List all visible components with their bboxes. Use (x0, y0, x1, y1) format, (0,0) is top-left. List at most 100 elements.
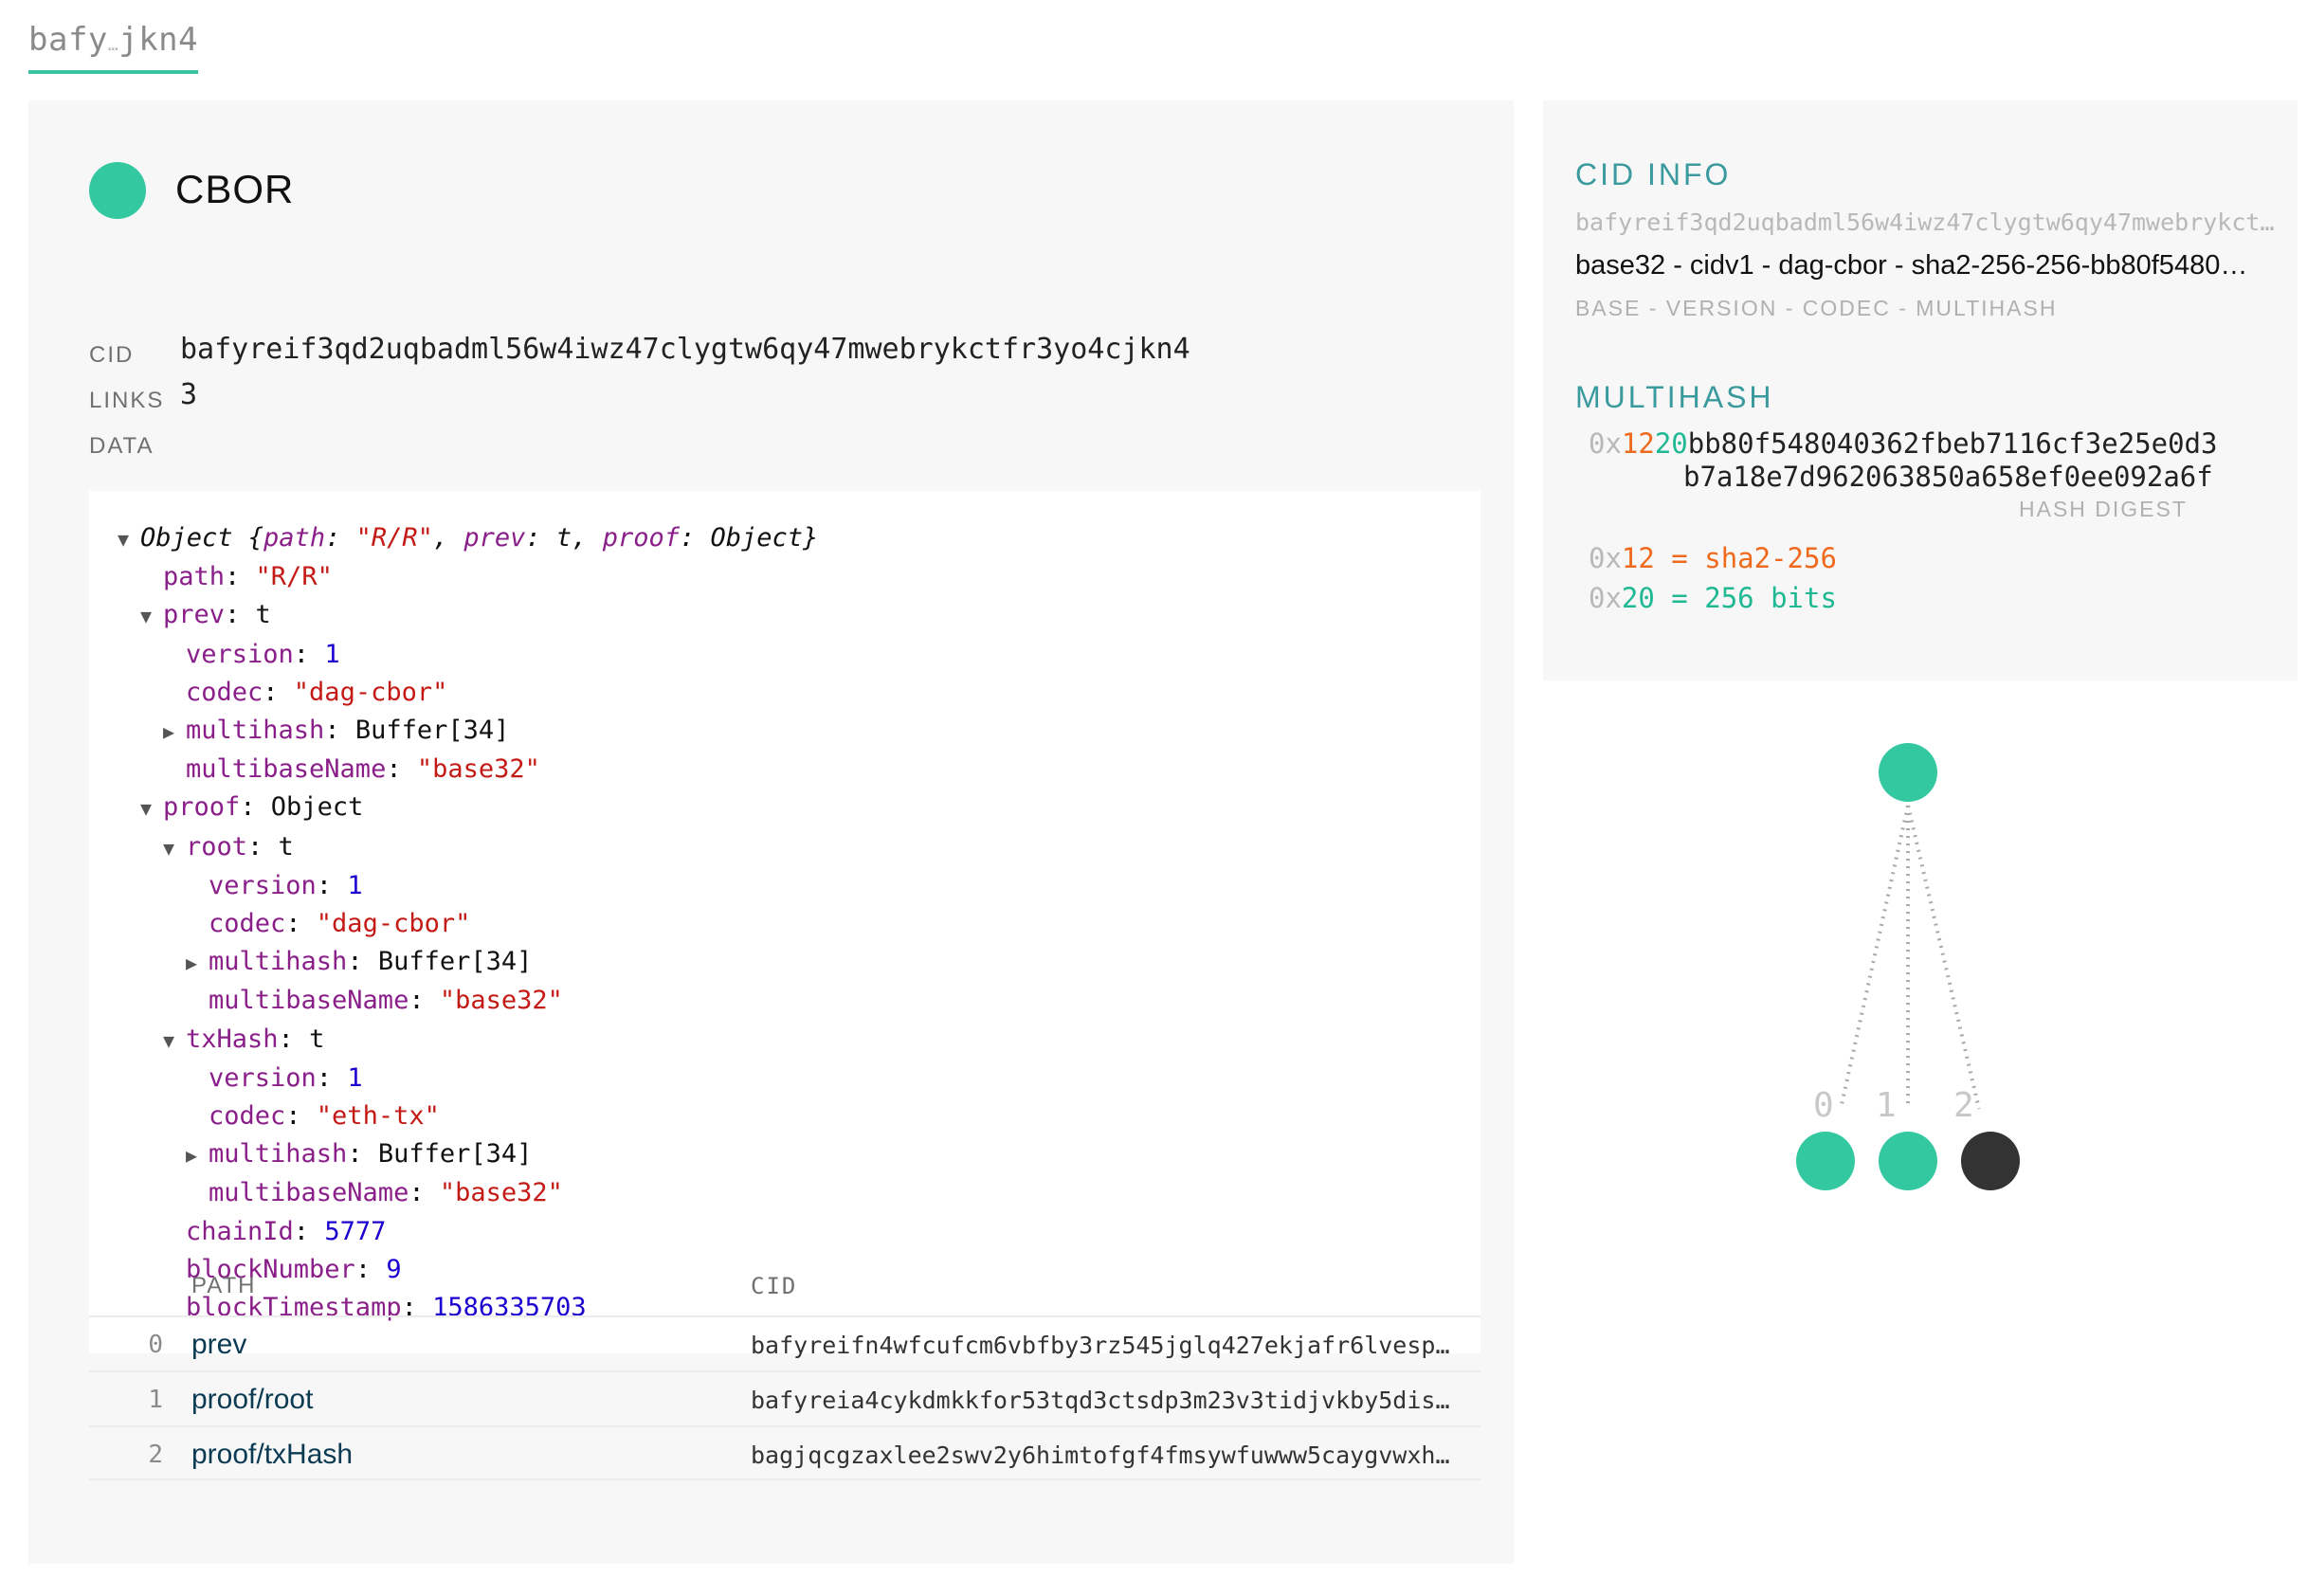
links-cid-header: CID (751, 1273, 798, 1299)
cid-info-legend: BASE - VERSION - CODEC - MULTIHASH (1575, 296, 2058, 320)
tree-line: multibaseName: "base32" (209, 986, 563, 1016)
tree-key: txHash (186, 1024, 279, 1054)
data-inspector: ▼ Object {path: "R/R", prev: t, proof: Ob… (89, 491, 1480, 1353)
multihash-line-2: b7a18e7d962063850a658ef0ee092a6f (1683, 461, 2213, 493)
tree-key: multibaseName (209, 1178, 409, 1208)
cid-info-panel: CID INFO bafyreif3qd2uqbadml56w4iwz47cly… (1543, 100, 2298, 680)
tree-line: version: 1 (186, 639, 340, 669)
tree-key: multihash (209, 947, 348, 977)
tree-key: root (186, 831, 248, 861)
table-row[interactable]: 1 proof/root bafyreia4cykdmkkfor53tqd3ct… (89, 1370, 1480, 1425)
tree-key: path (163, 562, 226, 592)
tree-line[interactable]: ▼ txHash: t (118, 1021, 818, 1060)
object-tree: ▼ Object {path: "R/R", prev: t, proof: Ob… (118, 519, 818, 1327)
tree-value: "eth-tx" (316, 1101, 440, 1132)
tree-key: multihash (186, 716, 325, 746)
edge-2 (1906, 805, 1981, 1110)
child-node-1[interactable] (1879, 1132, 1937, 1190)
multihash-code-row: 0x12 = sha2-256 (1589, 542, 1837, 574)
tree-value: Buffer[34] (377, 947, 533, 977)
tree-line: chainId: 5777 (186, 1216, 387, 1246)
row-index: 1 (148, 1386, 163, 1414)
row-index: 0 (148, 1331, 163, 1359)
tree-line[interactable]: ▼ proof: Object (118, 789, 818, 827)
table-row[interactable]: 0 prev bafyreifn4wfcufcm6vbfby3rz545jglq… (89, 1315, 1480, 1370)
tree-value: 1 (347, 1062, 363, 1093)
edge-label-0: 0 (1813, 1086, 1834, 1125)
tree-line: codec: "eth-tx" (209, 1101, 440, 1132)
tree-value: t (309, 1024, 325, 1054)
row-index: 2 (148, 1441, 163, 1469)
tree-line: version: 1 (209, 870, 363, 900)
cid-info-parts: base32 - cidv1 - dag-cbor - sha2-256-256… (1575, 250, 2248, 281)
len-prefix: 0x (1589, 582, 1622, 614)
row-cid: bafyreia4cykdmkkfor53tqd3ctsdp3m23v3tidj… (751, 1387, 1450, 1414)
tree-line: codec: "dag-cbor" (186, 677, 448, 707)
table-row[interactable]: 2 proof/txHash bagjqcgzaxlee2swv2y6himto… (89, 1425, 1480, 1480)
tree-line[interactable]: ▼ prev: t (118, 596, 818, 635)
hash-digest-label: HASH DIGEST (2019, 497, 2188, 521)
mh-prefix: 0x (1589, 427, 1622, 460)
code-name: sha2-256 (1704, 542, 1837, 574)
breadcrumb-tab[interactable]: bafy…jkn4 (28, 21, 199, 74)
tree-line: multibaseName: "base32" (186, 754, 540, 785)
tree-key: codec (186, 677, 263, 707)
cid-label: CID (89, 342, 135, 368)
tree-key: multihash (209, 1139, 348, 1170)
node-type-title: CBOR (175, 167, 295, 211)
multihash-title: MULTIHASH (1575, 380, 1774, 414)
tree-key: chainId (186, 1216, 294, 1246)
tree-value: "base32" (439, 1178, 563, 1208)
code-equals: = (1654, 542, 1705, 574)
dag-graph: 0 1 2 (1796, 743, 2020, 1190)
multihash-length-row: 0x20 = 256 bits (1589, 582, 1837, 614)
tree-root-summary: Object {path: "R/R", prev: t, proof: Obj… (140, 523, 819, 553)
tree-line: version: 1 (209, 1062, 363, 1093)
tree-line[interactable]: ▶ multihash: Buffer[34] (118, 943, 818, 982)
mh-digest-1: bb80f548040362fbeb7116cf3e25e0d3 (1687, 427, 2218, 460)
tree-value: Buffer[34] (354, 716, 510, 746)
tree-key: multibaseName (186, 754, 387, 785)
node-type-dot-icon (89, 162, 146, 219)
root-node[interactable] (1879, 743, 1937, 802)
tree-value: Object (270, 792, 364, 823)
mh-length: 20 (1654, 427, 1688, 460)
collapse-triangle-icon: ▼ (140, 605, 153, 628)
tree-value: t (255, 600, 271, 630)
tree-value: 9 (386, 1254, 402, 1284)
tree-line: path: "R/R" (163, 562, 333, 592)
tree-value: "dag-cbor" (316, 909, 471, 939)
breadcrumb-start: bafy (28, 21, 108, 59)
code-value: 12 (1621, 542, 1655, 574)
tree-root-line[interactable]: ▼ Object {path: "R/R", prev: t, proof: Ob… (118, 519, 818, 558)
tree-line[interactable]: ▼ root: t (118, 828, 818, 867)
tree-value: 1 (324, 639, 340, 669)
len-name: 256 bits (1704, 582, 1837, 614)
tree-value: "base32" (439, 986, 563, 1016)
tree-value: "dag-cbor" (293, 677, 448, 707)
row-path-link[interactable]: prev (191, 1329, 246, 1361)
child-node-0[interactable] (1796, 1132, 1855, 1190)
tree-value: "R/R" (255, 562, 333, 592)
links-count: 3 (180, 378, 198, 411)
expand-triangle-icon: ▶ (163, 720, 175, 744)
collapse-triangle-icon: ▼ (118, 528, 130, 551)
row-path-link[interactable]: proof/root (191, 1384, 313, 1416)
tree-line[interactable]: ▶ multihash: Buffer[34] (118, 1135, 818, 1174)
tree-key: proof (163, 792, 241, 823)
collapse-triangle-icon: ▼ (163, 836, 175, 860)
code-prefix: 0x (1589, 542, 1622, 574)
data-label: DATA (89, 433, 154, 459)
collapse-triangle-icon: ▼ (140, 797, 153, 821)
row-path-link[interactable]: proof/txHash (191, 1439, 353, 1471)
len-value: 20 (1621, 582, 1655, 614)
tree-value: Buffer[34] (377, 1139, 533, 1170)
expand-triangle-icon: ▶ (186, 952, 198, 975)
tree-line[interactable]: ▶ multihash: Buffer[34] (118, 712, 818, 751)
cid-info-title: CID INFO (1575, 157, 1732, 191)
row-cid: bafyreifn4wfcufcm6vbfby3rz545jglq427ekja… (751, 1332, 1450, 1359)
collapse-triangle-icon: ▼ (163, 1028, 175, 1052)
links-path-header: PATH (191, 1273, 257, 1298)
child-node-2[interactable] (1961, 1132, 2020, 1190)
edge-label-2: 2 (1953, 1086, 1974, 1125)
